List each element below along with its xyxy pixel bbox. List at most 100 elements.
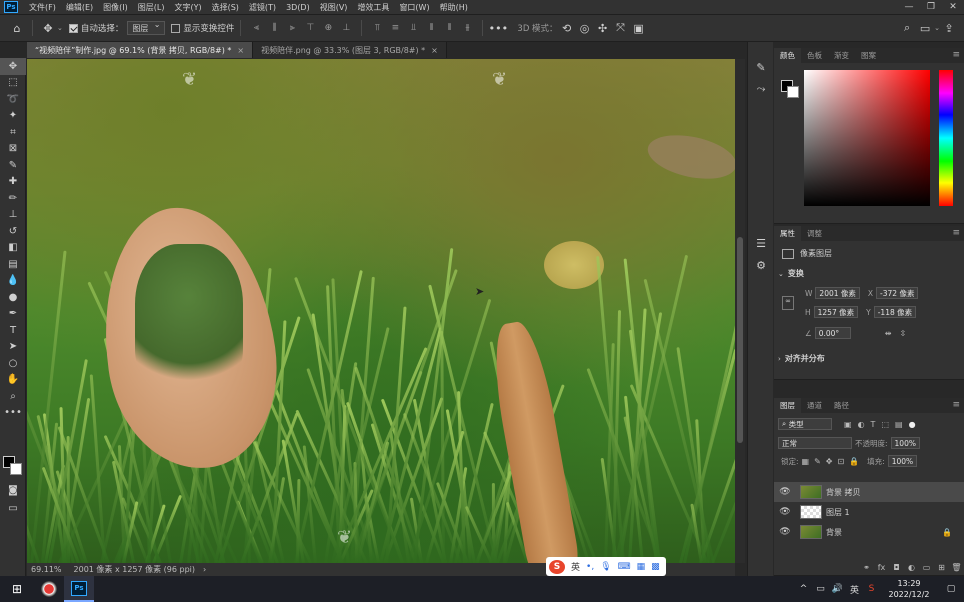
blur-tool-icon[interactable]: 💧 — [0, 273, 26, 290]
notification-icon[interactable]: ▢ — [938, 584, 964, 594]
chevron-right-icon[interactable]: › — [778, 355, 781, 363]
blend-mode-dropdown[interactable]: 正常 — [778, 437, 852, 449]
scale-3d-icon[interactable]: ▣ — [630, 19, 648, 37]
close-tab-icon[interactable]: × — [431, 46, 438, 55]
new-layer-icon[interactable]: ⊞ — [934, 563, 949, 572]
microphone-icon[interactable]: 🎙 — [600, 562, 611, 572]
panel-menu-icon[interactable]: ≡ — [952, 400, 960, 410]
filter-type-icon[interactable]: T — [871, 420, 876, 429]
doc-tab-1[interactable]: “视频陪伴”制作.jpg @ 69.1% (背景 拷贝, RGB/8#) * × — [27, 42, 254, 58]
menu-select[interactable]: 选择(S) — [207, 2, 244, 13]
menu-edit[interactable]: 编辑(E) — [61, 2, 98, 13]
sogou-tray-icon[interactable]: S — [863, 584, 880, 594]
menu-help[interactable]: 帮助(H) — [435, 2, 473, 13]
more-options-icon[interactable]: ••• — [489, 19, 508, 37]
adjustments-icon[interactable]: ⚙ — [748, 254, 774, 276]
tab-adjustments[interactable]: 调整 — [801, 226, 828, 241]
marquee-tool-icon[interactable]: ⬚ — [0, 75, 26, 92]
menu-file[interactable]: 文件(F) — [24, 2, 61, 13]
more-tools-icon[interactable]: ••• — [0, 405, 26, 422]
auto-select-checkbox[interactable] — [68, 23, 78, 33]
close-button[interactable]: ✕ — [942, 0, 964, 14]
healing-brush-tool-icon[interactable]: ✚ — [0, 174, 26, 191]
align-bottom-icon[interactable]: ⊥ — [339, 21, 353, 35]
home-icon[interactable]: ⌂ — [8, 19, 26, 37]
height-field[interactable]: 1257 像素 — [813, 306, 859, 318]
color-picker-field[interactable] — [804, 70, 930, 206]
ime-language[interactable]: 英 — [571, 560, 580, 573]
keyboard-icon[interactable]: ⌨ — [618, 562, 631, 572]
path-selection-tool-icon[interactable]: ➤ — [0, 339, 26, 356]
frame-tool-icon[interactable]: ⊠ — [0, 141, 26, 158]
distribute-hcenter-icon[interactable]: ⦀ — [442, 21, 456, 35]
shape-tool-icon[interactable]: ○ — [0, 355, 26, 372]
restore-button[interactable]: ❐ — [920, 0, 942, 14]
brush-tool-icon[interactable]: ✏ — [0, 190, 26, 207]
volume-icon[interactable]: 🔊 — [829, 584, 846, 594]
punctuation-icon[interactable]: •, — [586, 562, 594, 572]
distribute-vcenter-icon[interactable]: ≡ — [388, 21, 402, 35]
show-transform-checkbox[interactable] — [171, 23, 181, 33]
layer-name[interactable]: 图层 1 — [826, 507, 850, 518]
network-icon[interactable]: ▭ — [812, 584, 829, 594]
transform-header[interactable]: ⌄ 变换 — [778, 268, 804, 279]
ime-toolbar[interactable]: S 英 •, 🎙 ⌨ ▦ ▩ — [546, 557, 666, 576]
x-field[interactable]: -372 像素 — [876, 287, 919, 299]
align-header[interactable]: › 对齐并分布 — [778, 353, 825, 364]
history-icon[interactable]: ⤳ — [748, 78, 774, 100]
lock-all-icon[interactable]: 🔒 — [849, 457, 859, 466]
move-tool-icon[interactable]: ✥ — [0, 58, 26, 75]
type-tool-icon[interactable]: T — [0, 322, 26, 339]
dodge-tool-icon[interactable]: ● — [0, 289, 26, 306]
panel-menu-icon[interactable]: ≡ — [952, 50, 960, 60]
tab-layers[interactable]: 图层 — [774, 398, 801, 413]
clock[interactable]: 13:29 2022/12/2 — [880, 578, 938, 600]
lock-image-icon[interactable]: ✎ — [814, 457, 821, 466]
roll-3d-icon[interactable]: ◎ — [576, 19, 594, 37]
layer-row[interactable]: 👁 图层 1 — [774, 502, 964, 522]
zoom-level[interactable]: 69.11% — [31, 565, 62, 574]
document-canvas[interactable]: ❦ ❦ ❦ ➤ — [27, 59, 735, 563]
toolbox-icon[interactable]: ▩ — [651, 562, 660, 572]
tab-swatches[interactable]: 色板 — [801, 48, 828, 63]
brush-settings-icon[interactable]: ✎ — [748, 56, 774, 78]
menu-filter[interactable]: 滤镜(T) — [244, 2, 281, 13]
scrollbar-thumb[interactable] — [737, 237, 743, 443]
status-menu-arrow-icon[interactable]: › — [203, 565, 206, 574]
filter-toggle-icon[interactable]: ● — [909, 420, 916, 429]
move-tool-icon[interactable]: ✥ — [39, 19, 57, 37]
fill-field[interactable]: 100% — [887, 455, 918, 467]
chevron-down-icon[interactable]: ⌄ — [778, 270, 784, 278]
slide-3d-icon[interactable]: ⤧ — [612, 19, 630, 37]
link-dimensions-icon[interactable]: ∞ — [782, 296, 794, 310]
hand-tool-icon[interactable]: ✋ — [0, 372, 26, 389]
width-field[interactable]: 2001 像素 — [815, 287, 860, 299]
flip-vertical-icon[interactable]: ⇳ — [899, 329, 906, 338]
menu-window[interactable]: 窗口(W) — [394, 2, 434, 13]
windows-start-icon[interactable]: ⊞ — [0, 576, 34, 602]
minimize-button[interactable]: — — [898, 0, 920, 14]
opacity-field[interactable]: 100% — [890, 437, 920, 449]
chevron-down-icon[interactable]: ⌄ — [57, 24, 63, 32]
doc-tab-2[interactable]: 视频陪伴.png @ 33.3% (图层 3, RGB/8#) * × — [253, 42, 447, 58]
fx-icon[interactable]: fx — [874, 563, 889, 572]
y-field[interactable]: -118 像素 — [873, 306, 917, 318]
group-icon[interactable]: ▭ — [919, 563, 934, 572]
delete-icon[interactable]: 🗑 — [949, 563, 964, 572]
workspace-icon[interactable]: ▭ — [916, 19, 934, 37]
visibility-eye-icon[interactable]: 👁 — [774, 507, 796, 517]
color-swatches[interactable] — [3, 456, 23, 476]
history-brush-tool-icon[interactable]: ↺ — [0, 223, 26, 240]
align-vcenter-icon[interactable]: ⊕ — [321, 21, 335, 35]
link-icon[interactable]: ⚭ — [859, 563, 874, 572]
close-tab-icon[interactable]: × — [237, 46, 244, 55]
align-hcenter-icon[interactable]: ⫼ — [267, 21, 281, 35]
auto-select-dropdown[interactable]: 图层 — [127, 20, 166, 35]
lock-position-icon[interactable]: ✥ — [826, 457, 833, 466]
layer-row[interactable]: 👁 背景 🔒 — [774, 522, 964, 542]
menu-layer[interactable]: 图层(L) — [133, 2, 170, 13]
skin-icon[interactable]: ▦ — [637, 562, 646, 572]
menu-type[interactable]: 文字(Y) — [169, 2, 206, 13]
distribute-top-icon[interactable]: ⫪ — [370, 21, 384, 35]
pen-tool-icon[interactable]: ✒ — [0, 306, 26, 323]
